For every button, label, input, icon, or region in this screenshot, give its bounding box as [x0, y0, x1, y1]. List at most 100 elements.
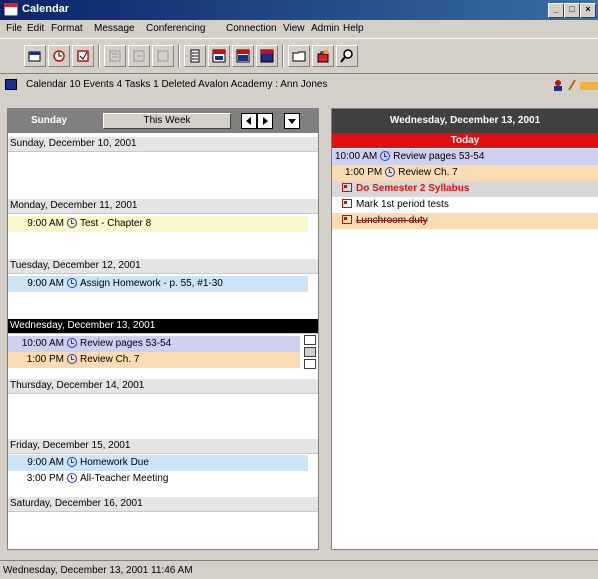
menu-message[interactable]: Message	[94, 23, 135, 34]
day-view-button[interactable]	[184, 45, 206, 67]
toolbar-separator	[282, 44, 284, 68]
year-view-button[interactable]	[256, 45, 278, 67]
clock-icon	[67, 457, 77, 467]
next-week-button[interactable]	[257, 113, 273, 129]
clock-icon	[67, 473, 77, 483]
day-header-sunday[interactable]: Sunday, December 10, 2001	[8, 137, 318, 152]
week-view-icon	[212, 49, 226, 63]
event-time: 1:00 PM	[345, 167, 383, 178]
user-icon[interactable]	[552, 79, 564, 91]
day-header-tuesday[interactable]: Tuesday, December 12, 2001	[8, 259, 318, 274]
task-title: Do Semester 2 Syllabus	[356, 183, 470, 194]
menu-file[interactable]: File	[6, 23, 22, 34]
disabled-icon-2	[133, 50, 145, 62]
task-icon	[342, 199, 352, 208]
today-banner[interactable]: Today	[332, 133, 598, 148]
event-title: Assign Homework - p. 55, #1-30	[80, 278, 223, 289]
event-title: All-Teacher Meeting	[80, 473, 169, 484]
disabled-button-3	[152, 45, 174, 67]
menu-connection[interactable]: Connection	[226, 23, 277, 34]
day-header-friday[interactable]: Friday, December 15, 2001	[8, 439, 318, 454]
prev-week-button[interactable]	[241, 113, 257, 129]
menu-admin[interactable]: Admin	[311, 23, 339, 34]
new-window-button[interactable]	[24, 45, 46, 67]
task-icon	[342, 183, 352, 192]
window-title: Calendar	[22, 3, 70, 15]
event-item[interactable]: 9:00 AM Assign Homework - p. 55, #1-30	[8, 276, 308, 292]
menu-edit[interactable]: Edit	[27, 23, 44, 34]
task-item[interactable]: Mark 1st period tests	[332, 197, 598, 213]
minimize-button[interactable]: _	[548, 3, 564, 18]
week-view-pane: Sunday This Week Sunday, December 10, 20…	[7, 108, 319, 550]
event-item[interactable]: 9:00 AM Test - Chapter 8	[8, 216, 308, 232]
scroll-up-arrow[interactable]	[304, 335, 316, 345]
toolbar-separator	[178, 44, 180, 68]
current-datetime: Wednesday, December 13, 2001 11:46 AM	[3, 565, 193, 576]
event-item[interactable]: 1:00 PM Review Ch. 7	[8, 352, 300, 368]
day-event-item[interactable]: 10:00 AM Review pages 53-54	[332, 149, 598, 165]
day-view-title: Wednesday, December 13, 2001	[332, 109, 598, 133]
task-title: Lunchroom duty	[356, 215, 428, 226]
clock-icon	[385, 167, 396, 177]
calendar-info-bar: Calendar 10 Events 4 Tasks 1 Deleted Ava…	[0, 76, 598, 94]
triangle-left-icon	[246, 117, 251, 125]
week-view-button[interactable]	[208, 45, 230, 67]
new-window-icon	[28, 51, 41, 62]
open-alt-button[interactable]	[72, 45, 94, 67]
scroll-thumb[interactable]	[304, 347, 316, 357]
day-view-pane: Wednesday, December 13, 2001 Today 10:00…	[331, 108, 598, 550]
pencil-icon[interactable]	[567, 79, 577, 91]
event-title: Review pages 53-54	[80, 338, 172, 349]
scroll-down-arrow[interactable]	[304, 359, 316, 369]
bag-button[interactable]	[312, 45, 334, 67]
day-header-saturday[interactable]: Saturday, December 16, 2001	[8, 497, 318, 512]
month-view-icon	[236, 49, 250, 63]
open-icon	[53, 50, 65, 62]
this-week-button[interactable]: This Week	[103, 113, 231, 129]
status-bar: Wednesday, December 13, 2001 11:46 AM	[0, 560, 598, 579]
maximize-button[interactable]: □	[564, 3, 580, 18]
event-time: 9:00 AM	[27, 457, 64, 468]
menu-help[interactable]: Help	[343, 23, 364, 34]
clock-icon	[380, 151, 391, 161]
menu-conferencing[interactable]: Conferencing	[146, 23, 205, 34]
folder-button[interactable]	[288, 45, 310, 67]
calendar-icon	[5, 79, 17, 90]
disabled-button-1	[104, 45, 126, 67]
menu-format[interactable]: Format	[51, 23, 83, 34]
month-view-button[interactable]	[232, 45, 254, 67]
event-title: Review Ch. 7	[80, 354, 140, 365]
event-item[interactable]: 3:00 PM All-Teacher Meeting	[8, 471, 308, 487]
folder-tab-icon[interactable]	[580, 79, 598, 91]
task-item[interactable]: Do Semester 2 Syllabus	[332, 181, 598, 197]
day-scrollbar[interactable]	[304, 335, 316, 371]
task-icon	[342, 215, 352, 224]
event-item[interactable]: 10:00 AM Review pages 53-54	[8, 336, 300, 352]
close-button[interactable]: ×	[580, 3, 596, 18]
clock-icon	[67, 278, 77, 288]
bag-icon	[317, 50, 329, 63]
disabled-icon-1	[109, 50, 121, 62]
event-time: 3:00 PM	[26, 473, 64, 484]
event-title: Test - Chapter 8	[80, 218, 152, 229]
year-view-icon	[260, 49, 274, 63]
event-title: Review Ch. 7	[398, 167, 458, 178]
open-button[interactable]	[48, 45, 70, 67]
day-view-icon	[190, 49, 200, 63]
find-button[interactable]	[336, 45, 358, 67]
clock-icon	[67, 354, 77, 364]
event-time: 9:00 AM	[27, 218, 64, 229]
view-menu-button[interactable]	[284, 113, 300, 129]
menu-view[interactable]: View	[283, 23, 305, 34]
day-event-item[interactable]: 1:00 PM Review Ch. 7	[332, 165, 598, 181]
folder-icon	[292, 51, 306, 62]
calendar-summary: Calendar 10 Events 4 Tasks 1 Deleted Ava…	[26, 79, 328, 90]
day-header-thursday[interactable]: Thursday, December 14, 2001	[8, 379, 318, 394]
triangle-right-icon	[263, 117, 268, 125]
day-header-monday[interactable]: Monday, December 11, 2001	[8, 199, 318, 214]
open-alt-icon	[77, 50, 89, 62]
event-item[interactable]: 9:00 AM Homework Due	[8, 455, 308, 471]
chevron-down-icon	[288, 119, 296, 124]
task-item[interactable]: Lunchroom duty	[332, 213, 598, 229]
day-header-wednesday[interactable]: Wednesday, December 13, 2001	[8, 319, 318, 334]
